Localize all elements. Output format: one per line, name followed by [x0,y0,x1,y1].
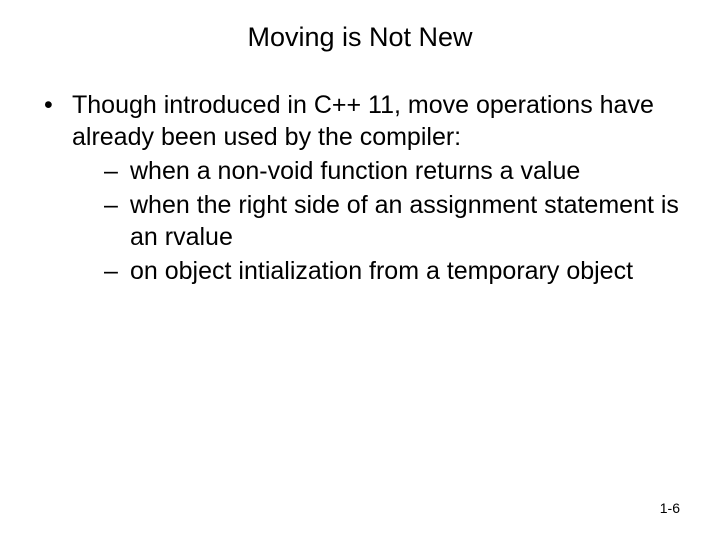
sub-list: – when a non-void function returns a val… [72,153,680,289]
sub-text: when a non-void function returns a value [130,155,680,187]
dash-mark: – [104,255,130,287]
dash-mark: – [104,155,130,187]
page-number: 1-6 [660,500,680,516]
sub-item: – when the right side of an assignment s… [104,189,680,255]
sub-item: – on object intialization from a tempora… [104,255,680,289]
sub-text: when the right side of an assignment sta… [130,189,680,253]
slide-title: Moving is Not New [0,0,720,61]
bullet-text: Though introduced in C++ 11, move operat… [72,89,680,289]
bullet-mark: • [40,89,72,121]
sub-text: on object intialization from a temporary… [130,255,680,287]
slide-content: • Though introduced in C++ 11, move oper… [0,61,720,289]
bullet-text-span: Though introduced in C++ 11, move operat… [72,91,654,151]
sub-item: – when a non-void function returns a val… [104,155,680,189]
dash-mark: – [104,189,130,221]
bullet-item: • Though introduced in C++ 11, move oper… [40,89,680,289]
